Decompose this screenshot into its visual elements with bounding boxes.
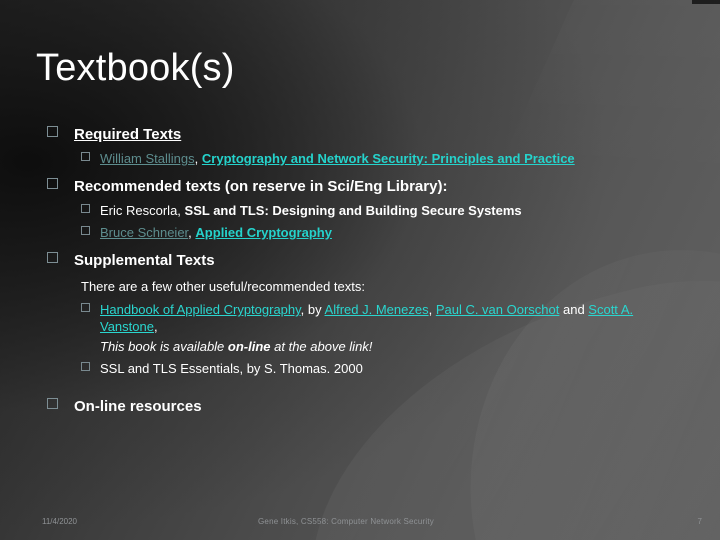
link-crypto-network-security[interactable]: Cryptography and Network Security: Princ… bbox=[202, 151, 575, 166]
slide-footer: 11/4/2020 Gene Itkis, CS558: Computer Ne… bbox=[0, 514, 720, 530]
list-item-ssl-essentials: SSL and TLS Essentials, by S. Thomas. 20… bbox=[36, 360, 684, 377]
square-bullet-icon bbox=[81, 303, 90, 312]
top-right-notch bbox=[692, 0, 720, 4]
square-bullet-icon bbox=[81, 226, 90, 235]
separator-comma: , bbox=[188, 225, 192, 240]
list-item-schneier: Bruce Schneier, Applied Cryptography bbox=[36, 224, 684, 241]
list-item-rescorla: Eric Rescorla, SSL and TLS: Designing an… bbox=[36, 202, 684, 219]
separator-comma: , bbox=[194, 151, 199, 166]
bullet-online-resources-label: On-line resources bbox=[74, 398, 202, 415]
list-item-handbook: Handbook of Applied Cryptography, by Alf… bbox=[36, 301, 684, 335]
square-bullet-icon bbox=[81, 362, 90, 371]
bullet-supplemental-texts-label: Supplemental Texts bbox=[74, 252, 215, 269]
bullet-recommended-texts-label: Recommended texts (on reserve in Sci/Eng… bbox=[74, 178, 448, 195]
footer-page-number: 7 bbox=[697, 517, 702, 526]
square-bullet-icon bbox=[47, 398, 58, 409]
square-bullet-icon bbox=[47, 178, 58, 189]
link-alfred-menezes[interactable]: Alfred J. Menezes bbox=[325, 302, 429, 317]
square-bullet-icon bbox=[47, 252, 58, 263]
supplemental-intro-text: There are a few other useful/recommended… bbox=[81, 279, 365, 294]
text-by: , by bbox=[300, 302, 325, 317]
note-prefix: This book is available bbox=[100, 339, 228, 354]
list-item-stallings: William Stallings, Cryptography and Netw… bbox=[36, 150, 684, 167]
link-william-stallings[interactable]: William Stallings bbox=[100, 151, 195, 166]
bullet-required-texts-label: Required Texts bbox=[74, 126, 182, 143]
separator-comma: , bbox=[153, 319, 158, 334]
footer-course-title: Gene Itkis, CS558: Computer Network Secu… bbox=[258, 517, 434, 526]
work-ssl-tls-essentials: SSL and TLS Essentials, by S. Thomas. 20… bbox=[100, 361, 363, 376]
link-bruce-schneier[interactable]: Bruce Schneier bbox=[100, 225, 188, 240]
bullet-supplemental-texts: Supplemental Texts bbox=[36, 250, 684, 271]
work-ssl-tls-designing: SSL and TLS: Designing and Building Secu… bbox=[184, 203, 522, 218]
slide-canvas: Textbook(s) Required Texts William Stall… bbox=[0, 0, 720, 540]
bullet-online-resources: On-line resources bbox=[36, 396, 684, 417]
footer-date: 11/4/2020 bbox=[42, 517, 77, 526]
text-and: and bbox=[559, 302, 589, 317]
link-applied-cryptography[interactable]: Applied Cryptography bbox=[195, 225, 332, 240]
note-suffix: at the above link! bbox=[270, 339, 373, 354]
square-bullet-icon bbox=[47, 126, 58, 137]
slide-content: Required Texts William Stallings, Crypto… bbox=[36, 124, 684, 419]
square-bullet-icon bbox=[81, 204, 90, 213]
square-bullet-icon bbox=[81, 152, 90, 161]
slide-title: Textbook(s) bbox=[36, 47, 235, 89]
author-eric-rescorla: Eric Rescorla, bbox=[100, 203, 181, 218]
link-handbook-applied-cryptography[interactable]: Handbook of Applied Cryptography bbox=[100, 302, 301, 317]
supplemental-online-note: This book is available on-line at the ab… bbox=[36, 338, 684, 355]
bullet-recommended-texts: Recommended texts (on reserve in Sci/Eng… bbox=[36, 176, 684, 197]
bullet-required-texts: Required Texts bbox=[36, 124, 684, 145]
note-emphasis: on-line bbox=[227, 339, 271, 354]
link-paul-van-oorschot[interactable]: Paul C. van Oorschot bbox=[436, 302, 560, 317]
separator-comma: , bbox=[428, 302, 436, 317]
